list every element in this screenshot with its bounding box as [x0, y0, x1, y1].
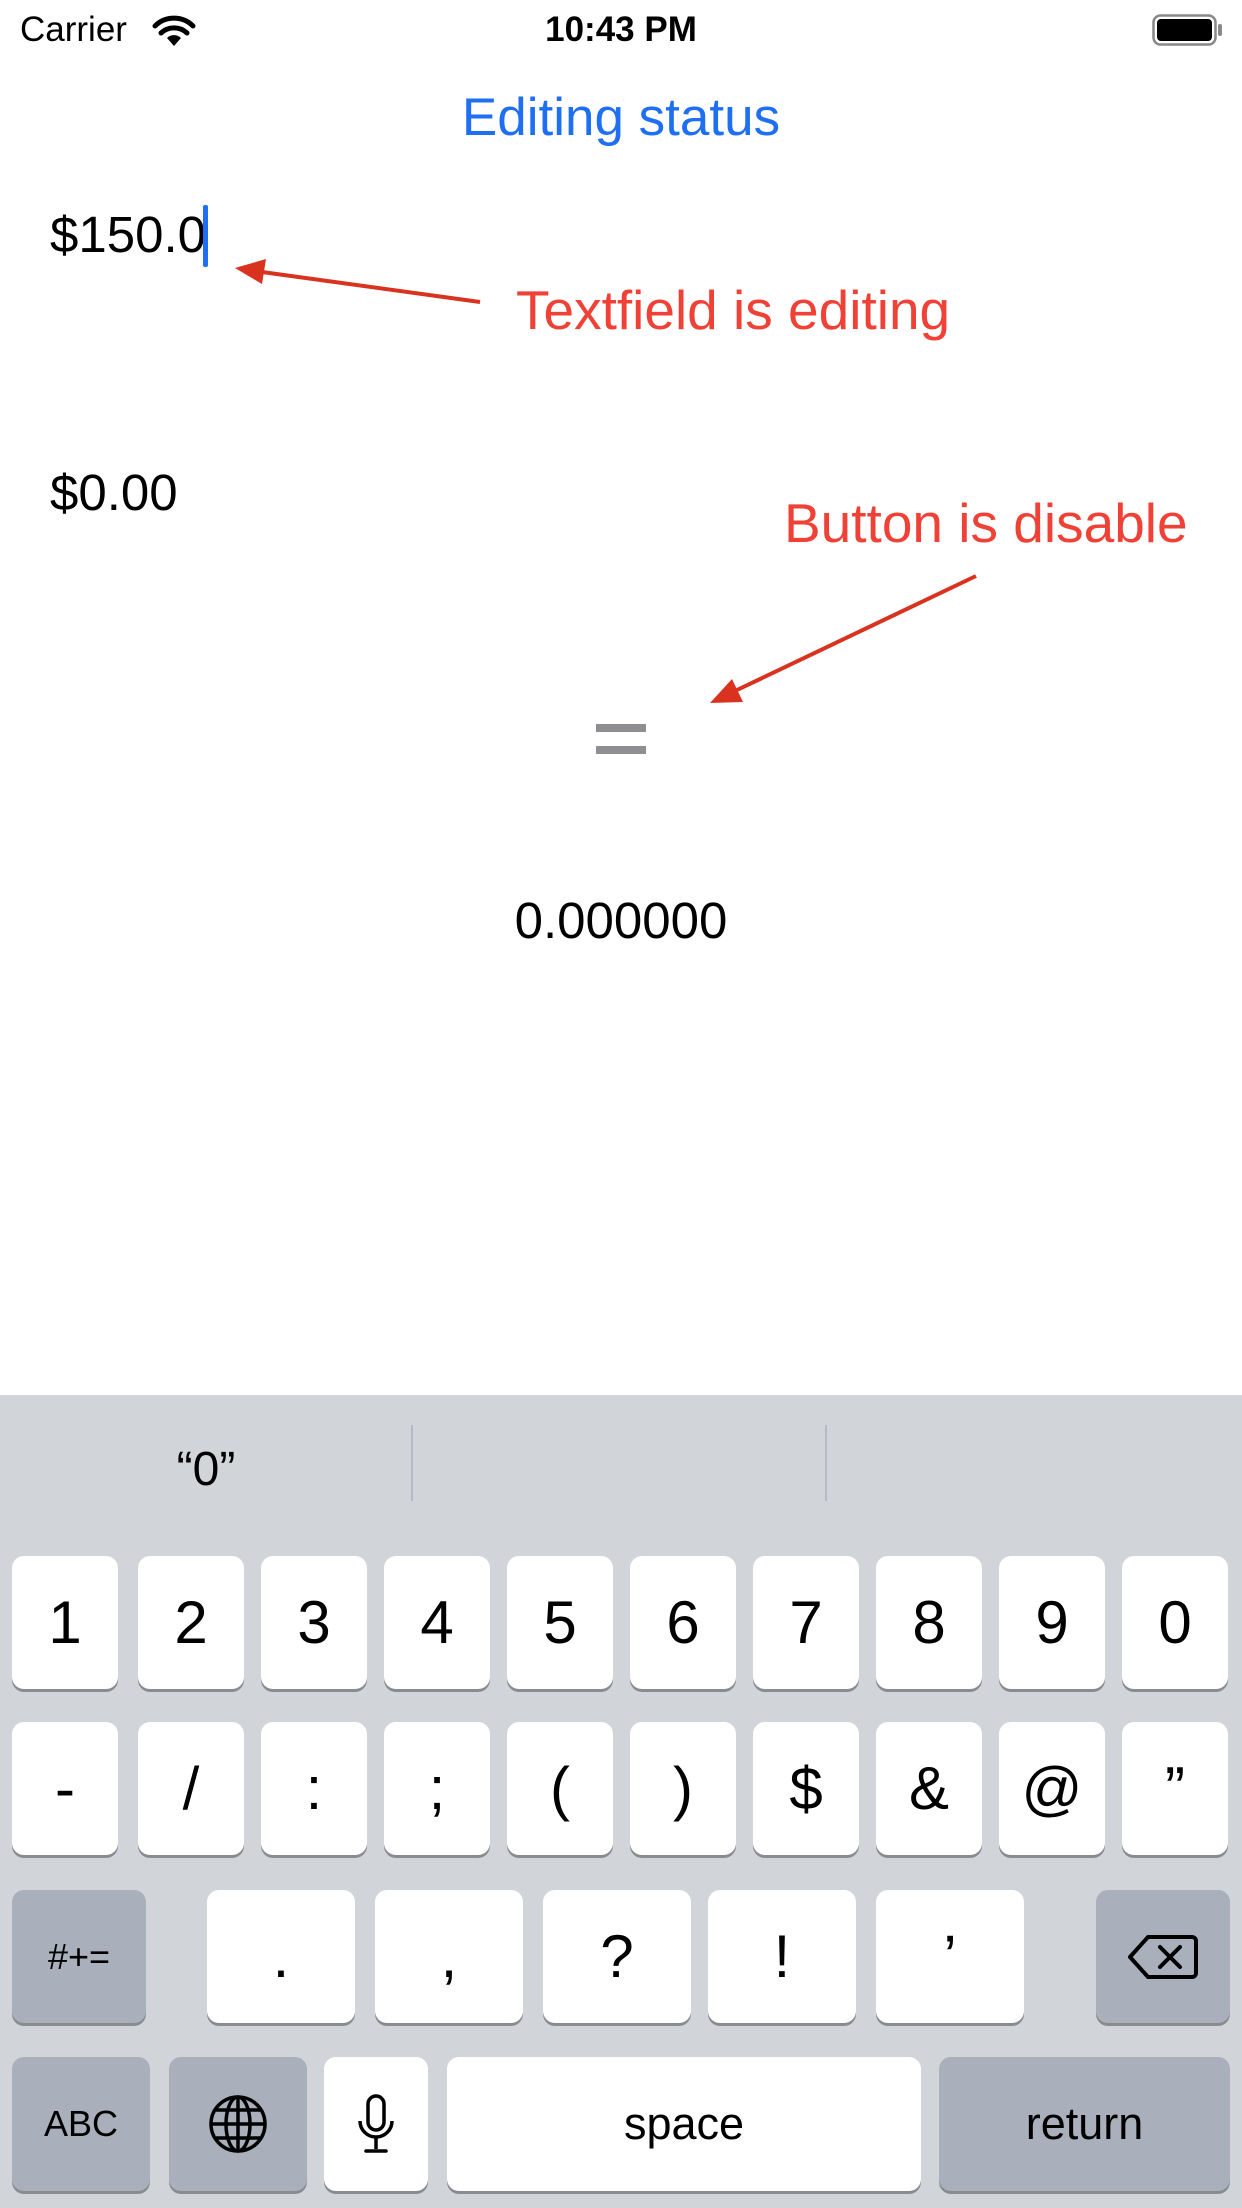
key-label: ’: [943, 1923, 957, 1990]
key-label: -: [55, 1755, 75, 1822]
suggestion-2[interactable]: [413, 1395, 825, 1545]
key-slash[interactable]: /: [138, 1722, 244, 1855]
key-label: (: [550, 1755, 570, 1822]
key-quote[interactable]: ”: [1122, 1722, 1228, 1855]
key-label: ,: [440, 1923, 458, 1990]
key-label: &: [908, 1755, 950, 1822]
key-label: ABC: [43, 2103, 119, 2144]
globe-key[interactable]: [169, 2057, 307, 2191]
key-label: :: [305, 1755, 323, 1822]
key-hyphen[interactable]: -: [12, 1722, 118, 1855]
text-cursor: [203, 205, 208, 267]
key-label: 5: [543, 1589, 577, 1656]
key-2[interactable]: 2: [138, 1556, 244, 1689]
annotation-editing: Textfield is editing: [516, 279, 951, 341]
annotation-disabled: Button is disable: [784, 492, 1188, 554]
battery-icon: [1152, 14, 1222, 46]
key-6[interactable]: 6: [630, 1556, 736, 1689]
arrow-to-textfield: [235, 259, 481, 304]
key-label: @: [1021, 1755, 1083, 1822]
key-label: 3: [297, 1589, 331, 1656]
key-5[interactable]: 5: [507, 1556, 613, 1689]
key-colon[interactable]: :: [261, 1722, 367, 1855]
key-4[interactable]: 4: [384, 1556, 490, 1689]
key-label: #+=: [47, 1936, 111, 1977]
abc-key[interactable]: ABC: [12, 2057, 150, 2191]
key-label: 7: [789, 1589, 823, 1656]
microphone-icon: [358, 2094, 394, 2153]
key-period[interactable]: .: [207, 1890, 355, 2023]
page-title: Editing status: [461, 88, 781, 147]
key-label: 9: [1035, 1589, 1069, 1656]
key-8[interactable]: 8: [876, 1556, 982, 1689]
key-label: .: [272, 1923, 290, 1990]
key-label: /: [182, 1755, 200, 1822]
more-symbols-key[interactable]: #+=: [12, 1890, 146, 2023]
amount-input-editing[interactable]: $150.0: [50, 202, 206, 268]
key-open-paren[interactable]: (: [507, 1722, 613, 1855]
key-label: return: [1025, 2098, 1144, 2149]
key-1[interactable]: 1: [12, 1556, 118, 1689]
key-label: ): [673, 1755, 693, 1822]
key-label: ”: [1165, 1755, 1185, 1822]
key-label: 4: [420, 1589, 454, 1656]
result-label: 0.000000: [514, 892, 728, 949]
arrow-to-button: [710, 574, 977, 703]
space-key[interactable]: space: [447, 2057, 921, 2191]
key-label: 0: [1158, 1589, 1192, 1656]
key-exclamation[interactable]: !: [708, 1890, 856, 2023]
backspace-key[interactable]: [1096, 1890, 1230, 2023]
keyboard: “0” 1 2 3 4 5 6 7 8 9 0 - / : ; ( ) $ & …: [0, 1395, 1242, 2208]
amount-input-second[interactable]: $0.00: [50, 460, 178, 526]
microphone-key[interactable]: [324, 2057, 428, 2191]
key-semicolon[interactable]: ;: [384, 1722, 490, 1855]
key-label: $: [789, 1755, 823, 1822]
suggestion-3[interactable]: [826, 1395, 1242, 1545]
key-label: 6: [666, 1589, 700, 1656]
key-label: 1: [48, 1589, 82, 1656]
key-0[interactable]: 0: [1122, 1556, 1228, 1689]
key-question[interactable]: ?: [543, 1890, 691, 2023]
suggestion-1[interactable]: “0”: [0, 1395, 412, 1545]
key-label: ?: [600, 1923, 634, 1990]
globe-icon: [209, 2095, 267, 2153]
key-3[interactable]: 3: [261, 1556, 367, 1689]
key-label: ;: [428, 1755, 446, 1822]
key-comma[interactable]: ,: [375, 1890, 523, 2023]
key-label: !: [773, 1923, 791, 1990]
backspace-icon: [1128, 1934, 1198, 1979]
key-dollar[interactable]: $: [753, 1722, 859, 1855]
key-label: 2: [174, 1589, 208, 1656]
return-key[interactable]: return: [939, 2057, 1230, 2191]
key-label: space: [623, 2098, 745, 2149]
equals-button[interactable]: [571, 704, 671, 774]
key-close-paren[interactable]: ): [630, 1722, 736, 1855]
key-label: 8: [912, 1589, 946, 1656]
key-ampersand[interactable]: &: [876, 1722, 982, 1855]
key-9[interactable]: 9: [999, 1556, 1105, 1689]
key-apostrophe[interactable]: ’: [876, 1890, 1024, 2023]
key-7[interactable]: 7: [753, 1556, 859, 1689]
key-at[interactable]: @: [999, 1722, 1105, 1855]
status-time: 10:43 PM: [545, 10, 697, 49]
